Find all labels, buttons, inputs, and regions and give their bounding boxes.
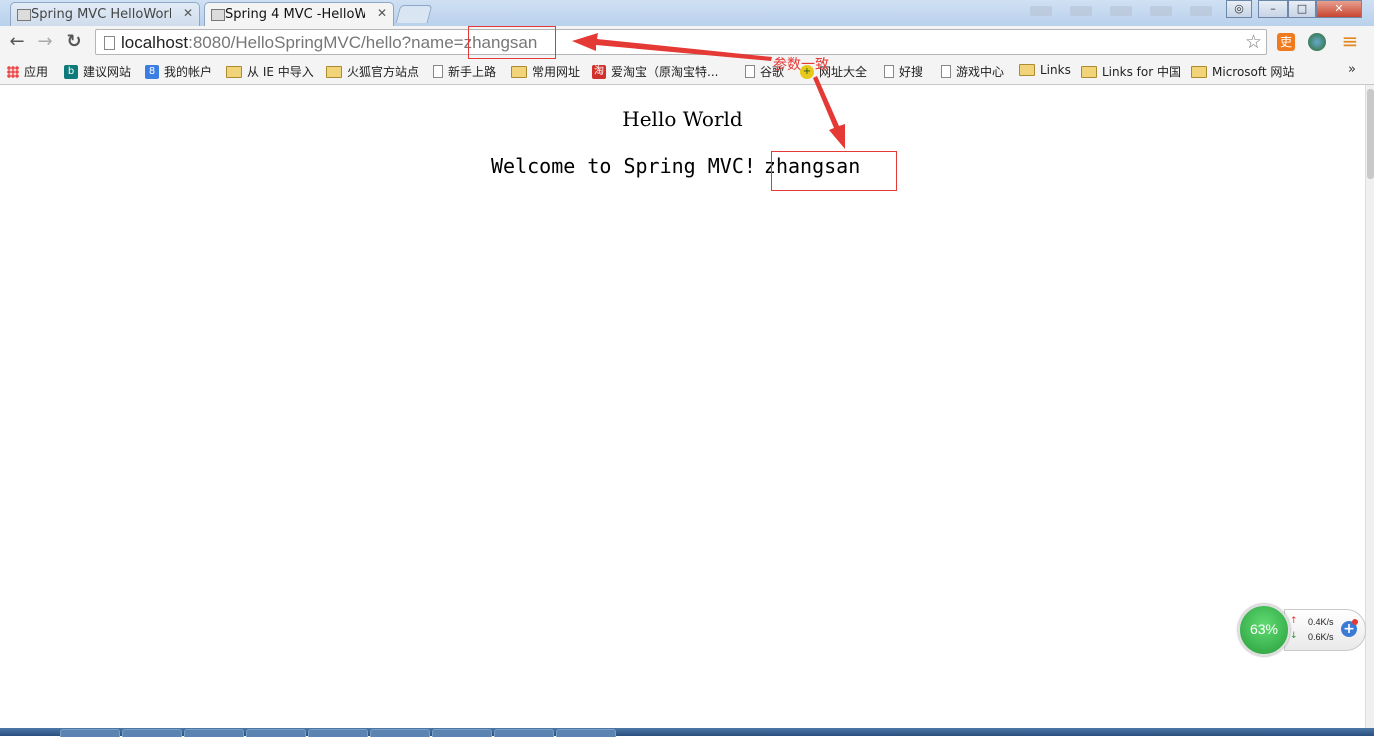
arrow-to-url-param [572,33,772,61]
memory-gauge[interactable]: 63% [1238,604,1290,656]
windows-taskbar [0,728,1374,737]
upload-rate: 0.4K/s [1308,617,1334,627]
download-rate: 0.6K/s [1308,632,1334,642]
arrow-to-page-name [813,76,845,149]
notification-dot [1352,619,1358,625]
annotation-label: 参数一致 [773,57,829,73]
upload-arrow-icon: ↑ [1290,616,1298,626]
download-arrow-icon: ↓ [1290,631,1298,641]
annotation-arrows [572,33,845,149]
